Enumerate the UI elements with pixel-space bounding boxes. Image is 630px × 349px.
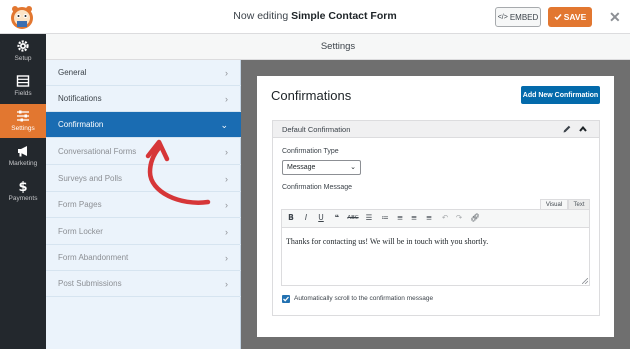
chevron-right-icon: › — [225, 227, 228, 237]
pencil-icon[interactable] — [562, 124, 572, 134]
panel-item-form-abandonment[interactable]: Form Abandonment › — [46, 245, 241, 271]
save-label: SAVE — [563, 12, 587, 22]
panel-item-label: Conversational Forms — [58, 147, 137, 156]
auto-scroll-label: Automatically scroll to the confirmation… — [294, 295, 434, 302]
auto-scroll-checkbox[interactable] — [282, 295, 290, 303]
strikethrough-icon[interactable]: ABC — [347, 211, 359, 225]
chevron-down-icon: ⌄ — [220, 120, 228, 130]
rail-item-marketing[interactable]: Marketing — [0, 139, 46, 173]
select-value: Message — [287, 164, 316, 171]
megaphone-icon — [18, 146, 27, 157]
chevron-right-icon: › — [225, 253, 228, 263]
rail-item-setup[interactable]: Setup — [0, 34, 46, 68]
rail-item-fields[interactable]: Fields — [0, 69, 46, 103]
rail-label: Setup — [14, 55, 32, 62]
chevron-right-icon: › — [225, 147, 228, 157]
redo-icon[interactable]: ↷ — [454, 211, 464, 225]
rail-label: Settings — [11, 125, 35, 132]
confirmation-box-header[interactable]: Default Confirmation — [273, 121, 599, 138]
chevron-up-icon[interactable] — [578, 124, 588, 134]
panel-item-notifications[interactable]: Notifications › — [46, 86, 241, 112]
panel-item-post-submissions[interactable]: Post Submissions › — [46, 271, 241, 297]
confirmation-type-select[interactable]: Message ⌄ — [282, 160, 361, 175]
message-text[interactable]: Thanks for contacting us! We will be in … — [286, 237, 488, 246]
page-title: Confirmations — [271, 88, 352, 103]
dollar-icon: $ — [18, 180, 27, 193]
rail-item-payments[interactable]: $ Payments — [0, 174, 46, 208]
confirmation-message-label: Confirmation Message — [282, 184, 353, 191]
numbered-list-icon[interactable]: ≔ — [379, 211, 391, 225]
rail-item-settings[interactable]: Settings — [0, 104, 46, 138]
panel-item-label: Form Pages — [58, 200, 102, 209]
chevron-right-icon: › — [225, 279, 228, 289]
bold-icon[interactable]: B — [286, 211, 296, 225]
chevron-right-icon: › — [225, 68, 228, 78]
panel-item-label: Surveys and Polls — [58, 174, 123, 183]
code-icon: </> — [497, 13, 508, 21]
underline-icon[interactable]: U — [316, 211, 326, 225]
settings-header: Settings — [46, 34, 630, 60]
bullet-list-icon[interactable]: ☰ — [363, 211, 375, 225]
panel-item-label: Form Abandonment — [58, 253, 129, 262]
blockquote-icon[interactable]: ❝ — [331, 211, 343, 225]
align-center-icon[interactable]: ≡ — [409, 211, 419, 225]
resize-grip-icon[interactable] — [582, 278, 588, 284]
top-bar: Now editing Simple Contact Form </> EMBE… — [0, 0, 630, 34]
embed-label: EMBED — [509, 12, 539, 22]
form-name: Simple Contact Form — [291, 10, 397, 22]
rail-label: Payments — [8, 195, 38, 202]
italic-icon[interactable]: I — [301, 211, 311, 225]
link-icon[interactable]: 🔗︎ — [469, 211, 481, 225]
rail-label: Marketing — [8, 160, 38, 167]
chevron-down-icon: ⌄ — [350, 164, 356, 171]
check-icon — [283, 296, 289, 302]
check-icon — [554, 14, 562, 21]
builder-sidebar: Setup Fields Settings Marketing $ Paymen… — [0, 34, 46, 349]
close-icon[interactable]: ✕ — [609, 9, 621, 25]
panel-item-label: Confirmation — [58, 120, 104, 129]
confirmation-type-label: Confirmation Type — [282, 148, 339, 155]
fields-icon — [16, 75, 30, 87]
panel-item-label: Post Submissions — [58, 279, 122, 288]
panel-item-form-locker[interactable]: Form Locker › — [46, 219, 241, 245]
wpforms-logo-icon — [11, 6, 33, 29]
svg-text:$: $ — [18, 180, 27, 193]
chevron-right-icon: › — [225, 200, 228, 210]
embed-button[interactable]: </> EMBED — [495, 7, 541, 27]
align-left-icon[interactable]: ≡ — [395, 211, 405, 225]
add-confirmation-button[interactable]: Add New Confirmation — [521, 86, 600, 104]
gear-icon — [17, 40, 29, 52]
panel-item-general[interactable]: General › — [46, 60, 241, 86]
editing-prefix: Now editing — [233, 10, 292, 22]
chevron-right-icon: › — [225, 94, 228, 104]
annotation-arrow-icon — [145, 139, 211, 205]
save-button[interactable]: SAVE — [548, 7, 592, 27]
panel-item-label: Notifications — [58, 94, 102, 103]
editor-toolbar — [282, 210, 589, 228]
rail-label: Fields — [14, 90, 32, 97]
sliders-icon — [17, 110, 29, 122]
undo-icon[interactable]: ↶ — [440, 211, 450, 225]
chevron-right-icon: › — [225, 174, 228, 184]
panel-item-label: General — [58, 68, 87, 77]
align-right-icon[interactable]: ≡ — [424, 211, 434, 225]
panel-item-label: Form Locker — [58, 227, 103, 236]
